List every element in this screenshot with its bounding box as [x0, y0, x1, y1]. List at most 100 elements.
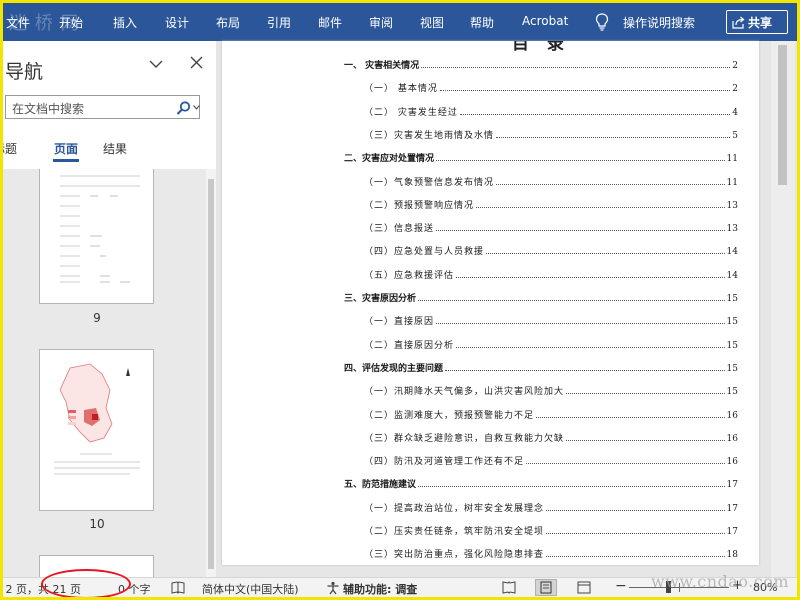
toc-entry-text: （一）汛期降水天气偏多，山洪灾害风险加大	[364, 387, 565, 398]
toc-entry-page-number: 16	[726, 433, 738, 444]
tab-view[interactable]: 视图	[420, 14, 444, 31]
toc-entry-page-number: 16	[726, 457, 738, 468]
toc-entry-page-number: 15	[726, 363, 738, 374]
toc-dot-leader	[436, 323, 725, 325]
page-thumbnail-list: 9 10	[3, 169, 206, 577]
toc-entry[interactable]: （二）预报预警响应情况 13	[364, 197, 738, 211]
toc-entry-text: （一） 基本情况	[364, 84, 438, 95]
toc-entry-text: 二、灾害应对处置情况	[344, 154, 435, 165]
toc-entry-text: （三）信息报送	[364, 224, 435, 235]
toc-entry[interactable]: （一）气象预警信息发布情况 11	[364, 174, 738, 188]
toc-entry[interactable]: （四）应急处置与人员救援 14	[364, 243, 738, 257]
navigation-pane: 导航 在文档中搜索 标题 页面 结果	[3, 41, 216, 577]
zoom-out-button[interactable]: −	[615, 578, 627, 594]
toc-entry[interactable]: （二）压实责任链条，筑牢防汛安全堤坝 17	[364, 523, 738, 537]
document-page[interactable]: 目 录 一、 灾害相关情况 2 （一） 基本情况 2 （二） 灾害发生经过 4 （三）灾害发…	[222, 41, 759, 565]
toc-entry[interactable]: （一） 基本情况 2	[364, 80, 738, 94]
toc-entry-page-number: 5	[732, 130, 738, 141]
toc-entry-page-number: 11	[726, 177, 738, 188]
toc-entry[interactable]: （三）信息报送 13	[364, 220, 738, 234]
page-thumbnail[interactable]	[39, 169, 154, 304]
toc-entry[interactable]: （四）防汛及河道管理工作还有不足 16	[364, 453, 738, 467]
toc-entry-text: （四）防汛及河道管理工作还有不足	[364, 457, 525, 468]
toc-entry[interactable]: （三）群众缺乏避险意识，自救互救能力欠缺 16	[364, 430, 738, 444]
toc-dot-leader	[445, 369, 725, 371]
toc-entry-page-number: 15	[726, 317, 738, 328]
toc-entry[interactable]: 五、防范措施建议 17	[344, 476, 738, 490]
tab-layout[interactable]: 布局	[216, 14, 240, 31]
accessibility-icon[interactable]	[326, 581, 340, 595]
page-thumbnail[interactable]	[39, 349, 154, 511]
toc-dot-leader	[418, 486, 725, 488]
toc-entry[interactable]: （三）突出防治重点，强化风险隐患排查 18	[364, 546, 738, 560]
toc-entry-text: （二） 灾害发生经过	[364, 107, 458, 118]
proofing-book-icon[interactable]	[171, 581, 185, 594]
tab-mailings[interactable]: 邮件	[318, 14, 342, 31]
toc-entry-page-number: 17	[726, 527, 738, 537]
toc-title: 目 录	[512, 41, 570, 54]
accessibility-status[interactable]: 辅助功能: 调查	[343, 581, 417, 597]
toc-entry[interactable]: 二、灾害应对处置情况 11	[344, 150, 738, 164]
toc-entry[interactable]: 三、灾害原因分析 15	[344, 290, 738, 304]
toc-entry[interactable]: （二）监测难度大，预报预警能力不足 16	[364, 407, 738, 421]
toc-dot-leader	[456, 276, 725, 278]
tab-home[interactable]: 开始	[59, 14, 83, 31]
tab-file[interactable]: 文件	[6, 14, 30, 31]
page-9-preview	[60, 175, 140, 283]
toc-entry[interactable]: （一）提高政治站位，树牢安全发展理念 17	[364, 500, 738, 514]
search-options-chevron-icon[interactable]	[193, 105, 200, 110]
toc-entry-text: （二）压实责任链条，筑牢防汛安全堤坝	[364, 527, 545, 537]
toc-entry-text: （五）应急救援评估	[364, 270, 455, 281]
thumbnail-page-number: 9	[93, 311, 101, 325]
tab-pages[interactable]: 页面	[54, 140, 78, 157]
toc-entry-text: （一）气象预警信息发布情况	[364, 177, 495, 188]
tab-headings[interactable]: 标题	[3, 140, 17, 157]
share-button[interactable]: 共享	[726, 10, 788, 34]
toc-dot-leader	[421, 67, 731, 68]
print-layout-icon	[540, 581, 552, 594]
document-scrollbar-thumb[interactable]	[778, 45, 787, 185]
toc-entry-page-number: 15	[726, 294, 738, 304]
toc-dot-leader	[546, 533, 725, 534]
toc-entry[interactable]: （一）汛期降水天气偏多，山洪灾害风险加大 15	[364, 383, 738, 397]
search-icon[interactable]	[176, 101, 191, 115]
active-tab-indicator	[53, 159, 79, 162]
nav-pane-scrollbar[interactable]	[206, 169, 216, 577]
tab-help[interactable]: 帮助	[470, 14, 494, 31]
toc-entry[interactable]: （三）灾害发生地雨情及水情 5	[364, 127, 738, 141]
ribbon-tab-bar: 迷 桥 网 文件 开始 插入 设计 布局 引用 邮件 审阅 视图 帮助 Acro…	[3, 3, 797, 41]
lightbulb-icon[interactable]	[595, 13, 609, 31]
language-status[interactable]: 简体中文(中国大陆)	[202, 581, 299, 597]
tell-me-search[interactable]: 操作说明搜索	[623, 14, 695, 31]
chevron-down-icon[interactable]	[149, 59, 163, 69]
tab-references[interactable]: 引用	[267, 14, 291, 31]
toc-entry[interactable]: （一）直接原因 15	[364, 313, 738, 327]
toc-entry-page-number: 2	[732, 84, 738, 95]
tab-review[interactable]: 审阅	[369, 14, 393, 31]
share-icon	[732, 16, 745, 29]
toc-entry[interactable]: （二）直接原因分析 15	[364, 337, 738, 351]
toc-entry[interactable]: （五）应急救援评估 14	[364, 267, 738, 281]
tab-design[interactable]: 设计	[165, 14, 189, 31]
close-icon[interactable]	[190, 56, 203, 69]
toc-dot-leader	[546, 556, 725, 558]
toc-entry[interactable]: 一、 灾害相关情况 2	[344, 57, 738, 71]
read-mode-icon[interactable]	[502, 581, 516, 594]
nav-search-placeholder: 在文档中搜索	[12, 102, 85, 116]
toc-dot-leader	[456, 346, 725, 348]
tab-results[interactable]: 结果	[103, 140, 127, 157]
toc-entry[interactable]: （二） 灾害发生经过 4	[364, 104, 738, 118]
toc-entry-text: （四）应急处置与人员救援	[364, 247, 485, 258]
tab-insert[interactable]: 插入	[113, 14, 137, 31]
tab-acrobat[interactable]: Acrobat	[522, 14, 568, 28]
toc-dot-leader	[546, 509, 725, 511]
toc-entry-text: （二）监测难度大，预报预警能力不足	[364, 410, 535, 421]
toc-entry[interactable]: 四、评估发现的主要问题 15	[344, 360, 738, 374]
nav-pane-scrollbar-thumb[interactable]	[208, 179, 214, 569]
nav-search-input[interactable]: 在文档中搜索	[5, 95, 200, 119]
toc-entry-page-number: 14	[726, 247, 738, 258]
toc-dot-leader	[496, 136, 731, 138]
print-layout-button[interactable]	[535, 579, 557, 596]
document-scrollbar[interactable]	[771, 41, 795, 577]
web-layout-icon[interactable]	[577, 581, 591, 594]
